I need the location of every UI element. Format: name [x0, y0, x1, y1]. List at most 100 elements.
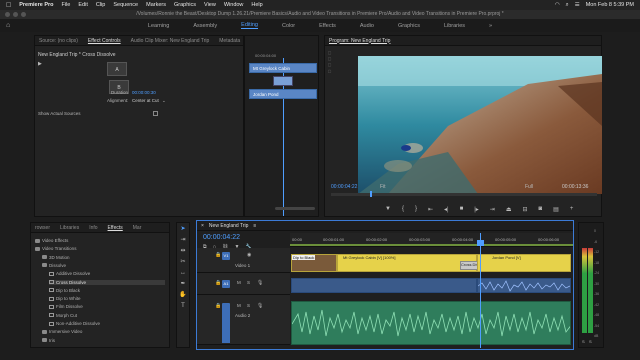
sequence-menu-icon[interactable]: ≡	[253, 223, 256, 229]
lock-icon[interactable]: 🔒	[215, 280, 221, 286]
play-transition-icon[interactable]: ▶	[38, 61, 42, 67]
menu-edit[interactable]: Edit	[78, 2, 87, 8]
menu-window[interactable]: Window	[224, 2, 244, 8]
tab-markers[interactable]: Mar	[133, 225, 142, 231]
menu-clip[interactable]: Clip	[96, 2, 105, 8]
tab-source[interactable]: Source: (no clips)	[39, 38, 78, 44]
mark-out-icon[interactable]: }	[415, 206, 417, 213]
effects-tree-item[interactable]: Dip to White	[49, 296, 165, 301]
effects-tree-item[interactable]: Additive Dissolve	[49, 271, 165, 276]
menu-markers[interactable]: Markers	[146, 2, 166, 8]
v1-label[interactable]: V1	[222, 252, 230, 260]
step-back-icon[interactable]: ◂|	[444, 206, 449, 213]
pen-tool-icon[interactable]: ✒	[178, 280, 188, 289]
playhead-handle[interactable]	[477, 240, 484, 246]
tab-metadata[interactable]: Metadata	[219, 38, 240, 44]
lock-icon[interactable]: 🔒	[215, 252, 221, 258]
timeline-playhead[interactable]	[480, 233, 481, 348]
solo-button[interactable]: S	[247, 303, 250, 308]
zoom-window-button[interactable]	[21, 12, 26, 17]
home-icon[interactable]: ⌂	[6, 22, 10, 29]
audio-clip-a2[interactable]	[291, 301, 571, 345]
control-center-icon[interactable]: ☰	[575, 2, 580, 8]
effects-tree-item[interactable]: Film Dissolve	[49, 304, 165, 309]
comparison-view-icon[interactable]: ▤	[553, 206, 559, 213]
ec-zoom-scrollbar[interactable]	[275, 207, 315, 210]
effects-tree-item[interactable]: Iris	[42, 338, 165, 343]
effects-tree-item[interactable]: 3D Motion	[42, 255, 165, 260]
duration-value[interactable]: 00:00:00:30	[132, 90, 156, 95]
more-workspaces-button[interactable]: »	[489, 23, 492, 29]
a1-label[interactable]: A1	[222, 280, 230, 288]
tab-browser[interactable]: rowser	[35, 225, 50, 231]
solo-button[interactable]: S	[247, 280, 250, 285]
menu-view[interactable]: View	[204, 2, 216, 8]
mark-in-icon[interactable]: {	[402, 206, 404, 213]
apple-icon[interactable]: 	[6, 2, 11, 9]
button-editor-icon[interactable]: +	[570, 206, 574, 213]
menu-app[interactable]: Premiere Pro	[19, 2, 53, 8]
add-marker-icon[interactable]: ▼	[385, 206, 391, 213]
menu-graphics[interactable]: Graphics	[174, 2, 196, 8]
audio-clip-a1-2[interactable]	[477, 278, 571, 293]
mute-button[interactable]: M	[237, 280, 241, 285]
clip-dip-to-black[interactable]: Dip to Black	[291, 254, 337, 272]
effects-tree-item[interactable]: Non-Additive Dissolve	[49, 321, 165, 326]
time-ruler[interactable]: 00:00 00:00:01:00 00:00:02:00 00:00:03:0…	[290, 233, 573, 247]
type-tool-icon[interactable]: T	[178, 302, 188, 311]
go-to-out-icon[interactable]: ⇥	[490, 206, 495, 213]
audio-clip-a1-1[interactable]	[291, 278, 477, 293]
tab-effect-controls[interactable]: Effect Controls	[88, 38, 121, 44]
effects-tree-item[interactable]: Video Effects	[35, 238, 165, 243]
eye-icon[interactable]: ◉	[247, 252, 251, 258]
menu-file[interactable]: File	[62, 2, 71, 8]
search-icon[interactable]: ⌕	[566, 2, 569, 9]
tab-libraries[interactable]: Libraries	[60, 225, 79, 231]
ec-clip-b[interactable]: Jordan Pond	[249, 89, 317, 99]
minimize-window-button[interactable]	[13, 12, 18, 17]
ripple-edit-tool-icon[interactable]: ⇹	[178, 247, 188, 256]
selection-tool-icon[interactable]: ➤	[178, 225, 188, 234]
wifi-icon[interactable]: ◠	[555, 2, 560, 8]
workspace-tab-assembly[interactable]: Assembly	[193, 23, 217, 29]
effects-tree-item[interactable]: Morph Cut	[49, 313, 165, 318]
slip-tool-icon[interactable]: ↔	[178, 269, 188, 278]
workspace-tab-effects[interactable]: Effects	[319, 23, 336, 29]
workspace-tab-graphics[interactable]: Graphics	[398, 23, 420, 29]
step-forward-icon[interactable]: |▸	[474, 206, 479, 213]
alignment-select[interactable]: Center at Cut	[132, 98, 159, 103]
effects-tree-item[interactable]: Dissolve	[42, 263, 165, 268]
lift-icon[interactable]: ⏏	[506, 206, 512, 213]
clip-jordan-pond[interactable]: Jordan Pond [V]	[477, 254, 571, 272]
workspace-tab-audio[interactable]: Audio	[360, 23, 374, 29]
show-actual-sources-checkbox[interactable]	[153, 111, 158, 116]
lock-icon[interactable]: 🔒	[215, 303, 221, 309]
a2-target-strip[interactable]	[222, 305, 230, 343]
workspace-tab-libraries[interactable]: Libraries	[444, 23, 465, 29]
workspace-tab-learning[interactable]: Learning	[148, 23, 169, 29]
microphone-icon[interactable]: 🎙	[257, 303, 263, 309]
program-playhead[interactable]	[370, 191, 372, 197]
clock[interactable]: Mon Feb 8 5:39 PM	[586, 2, 634, 8]
chevron-down-icon[interactable]: ⌄	[162, 98, 166, 104]
tab-effects[interactable]: Effects	[108, 225, 123, 231]
meter-solo-right[interactable]: S	[589, 339, 592, 344]
effects-tree-item[interactable]: Cross Dissolve	[49, 279, 165, 285]
timeline-timecode[interactable]: 00:00:04:22	[203, 234, 240, 241]
work-area-bar[interactable]	[290, 244, 573, 246]
meter-solo-left[interactable]: S	[582, 339, 585, 344]
program-timecode[interactable]: 00:00:04:22	[331, 184, 357, 190]
mute-button[interactable]: M	[237, 303, 241, 308]
tab-audio-clip-mixer[interactable]: Audio Clip Mixer: New England Trip	[131, 38, 210, 44]
workspace-tab-color[interactable]: Color	[282, 23, 295, 29]
menu-help[interactable]: Help	[251, 2, 262, 8]
program-title[interactable]: Program: New England Trip	[329, 38, 390, 44]
clip-greylock[interactable]: Mt Greylock Cabin [V] [100%]	[337, 254, 477, 272]
menu-sequence[interactable]: Sequence	[113, 2, 138, 8]
microphone-icon[interactable]: 🎙	[257, 280, 263, 286]
ec-clip-a[interactable]: Mt Greylock Cabin	[249, 63, 317, 73]
close-sequence-icon[interactable]: ×	[201, 223, 204, 229]
stop-icon[interactable]: ■	[460, 206, 464, 213]
extract-icon[interactable]: ⊟	[523, 206, 528, 213]
effects-tree-item[interactable]: Immersive Video	[42, 329, 165, 334]
